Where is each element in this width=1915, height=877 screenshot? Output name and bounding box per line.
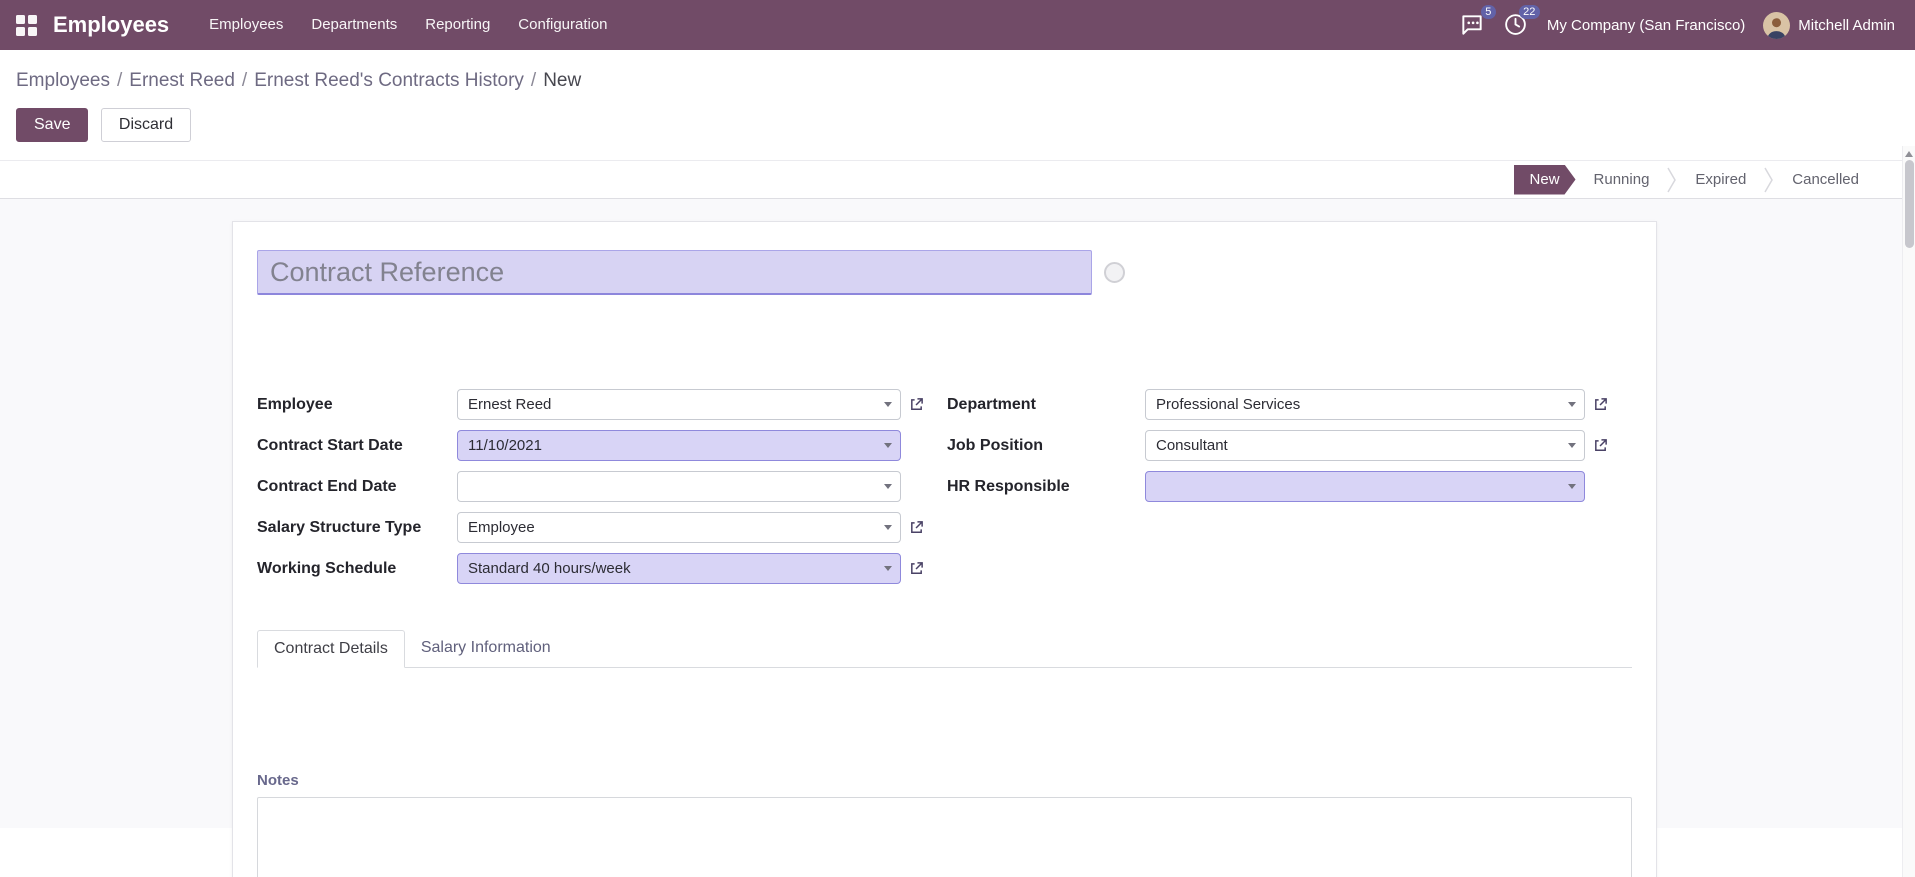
messages-button[interactable]: 5 (1459, 5, 1496, 38)
external-link-icon[interactable] (909, 520, 924, 535)
dropdown-caret-icon[interactable] (884, 484, 892, 489)
field-row-contract-end-date: Contract End Date (257, 471, 947, 502)
status-step-new[interactable]: New (1514, 165, 1576, 195)
external-link-icon[interactable] (1593, 397, 1608, 412)
action-buttons: Save Discard (16, 108, 1899, 142)
vertical-scrollbar[interactable] (1902, 146, 1915, 877)
field-label: HR Responsible (947, 477, 1070, 495)
chevron-separator-icon (1667, 166, 1677, 194)
activities-badge: 22 (1518, 5, 1540, 19)
messages-badge: 5 (1480, 5, 1496, 19)
breadcrumb-employees[interactable]: Employees (16, 70, 110, 91)
menu-item-reporting[interactable]: Reporting (411, 0, 504, 50)
field-row-working-schedule: Working Schedule (257, 553, 947, 584)
field-group-left: Employee Contract Start Date (257, 389, 947, 594)
dropdown-caret-icon[interactable] (1568, 484, 1576, 489)
company-switcher[interactable]: My Company (San Francisco) (1547, 17, 1745, 34)
notes-textarea[interactable] (257, 797, 1632, 877)
dropdown-caret-icon[interactable] (884, 443, 892, 448)
field-row-contract-start-date: Contract Start Date (257, 430, 947, 461)
employee-input[interactable] (457, 389, 901, 420)
notes-label: Notes (257, 772, 299, 789)
control-panel: Employees / Ernest Reed / Ernest Reed's Cont… (0, 50, 1915, 161)
breadcrumb-current: New (543, 70, 582, 91)
save-button[interactable]: Save (16, 108, 89, 142)
field-label: Department (947, 395, 1036, 413)
chat-bubble-icon (1462, 15, 1482, 35)
field-row-employee: Employee (257, 389, 947, 420)
working-schedule-input[interactable] (457, 553, 901, 584)
menu-item-employees[interactable]: Employees (195, 0, 297, 50)
title-row (257, 250, 1632, 295)
hr-responsible-input[interactable] (1145, 471, 1585, 502)
external-link-icon[interactable] (909, 397, 924, 412)
discard-button[interactable]: Discard (100, 108, 192, 142)
scrollbar-up-arrow-icon[interactable] (1905, 151, 1913, 157)
notebook-tabs: Contract Details Salary Information (257, 629, 1632, 668)
dropdown-caret-icon[interactable] (1568, 402, 1576, 407)
dropdown-caret-icon[interactable] (884, 525, 892, 530)
status-step-expired[interactable]: Expired (1677, 161, 1764, 199)
app-menu: Employees Departments Reporting Configur… (195, 0, 621, 50)
status-step-running[interactable]: Running (1576, 161, 1668, 199)
navbar-right: 5 22 My Company (San Francisco) Mitchell… (1459, 5, 1895, 39)
tab-salary-information[interactable]: Salary Information (405, 629, 567, 667)
department-input[interactable] (1145, 389, 1585, 420)
field-label: Salary Structure Type (257, 518, 422, 536)
breadcrumb-separator: / (117, 70, 123, 91)
job-position-input[interactable] (1145, 430, 1585, 461)
field-row-hr-responsible: HR Responsible (947, 471, 1632, 502)
dropdown-caret-icon[interactable] (884, 402, 892, 407)
form-view-background: Employee Contract Start Date (0, 199, 1915, 877)
field-label: Contract Start Date (257, 436, 403, 454)
breadcrumb-contracts-history[interactable]: Ernest Reed's Contracts History (254, 70, 524, 91)
user-avatar (1763, 11, 1791, 39)
top-navbar: Employees Employees Departments Reportin… (0, 0, 1915, 50)
menu-item-configuration[interactable]: Configuration (504, 0, 621, 50)
field-group-right: Department Job Position (947, 389, 1632, 594)
field-label: Employee (257, 395, 333, 413)
breadcrumb-separator: / (241, 70, 248, 91)
activities-button[interactable]: 22 (1503, 5, 1540, 38)
menu-item-departments[interactable]: Departments (297, 0, 411, 50)
breadcrumb: Employees / Ernest Reed / Ernest Reed's Cont… (16, 68, 1899, 94)
field-row-department: Department (947, 389, 1632, 420)
contract-reference-input[interactable] (257, 250, 1092, 295)
breadcrumb-separator: / (530, 70, 537, 91)
field-label: Job Position (947, 436, 1043, 454)
field-groups: Employee Contract Start Date (257, 389, 1632, 594)
dropdown-caret-icon[interactable] (1568, 443, 1576, 448)
breadcrumb-ernest-reed[interactable]: Ernest Reed (129, 70, 235, 91)
external-link-icon[interactable] (1593, 438, 1608, 453)
tab-contract-details[interactable]: Contract Details (257, 630, 405, 668)
statusbar: New Running Expired Cancelled (0, 161, 1915, 199)
user-menu[interactable]: Mitchell Admin (1763, 11, 1895, 39)
salary-structure-type-input[interactable] (457, 512, 901, 543)
apps-menu-icon[interactable] (16, 14, 37, 36)
form-sheet: Employee Contract Start Date (232, 221, 1657, 877)
contract-end-date-input[interactable] (457, 471, 901, 502)
contract-start-date-input[interactable] (457, 430, 901, 461)
dropdown-caret-icon[interactable] (884, 566, 892, 571)
user-name: Mitchell Admin (1798, 16, 1895, 34)
field-label: Contract End Date (257, 477, 397, 495)
status-circle-icon (1104, 262, 1125, 283)
app-title[interactable]: Employees (53, 12, 169, 38)
field-row-salary-structure-type: Salary Structure Type (257, 512, 947, 543)
external-link-icon[interactable] (909, 561, 924, 576)
chevron-separator-icon (1764, 166, 1774, 194)
status-step-cancelled[interactable]: Cancelled (1774, 161, 1877, 199)
field-row-job-position: Job Position (947, 430, 1632, 461)
field-label: Working Schedule (257, 559, 397, 577)
scrollbar-thumb[interactable] (1904, 160, 1914, 248)
